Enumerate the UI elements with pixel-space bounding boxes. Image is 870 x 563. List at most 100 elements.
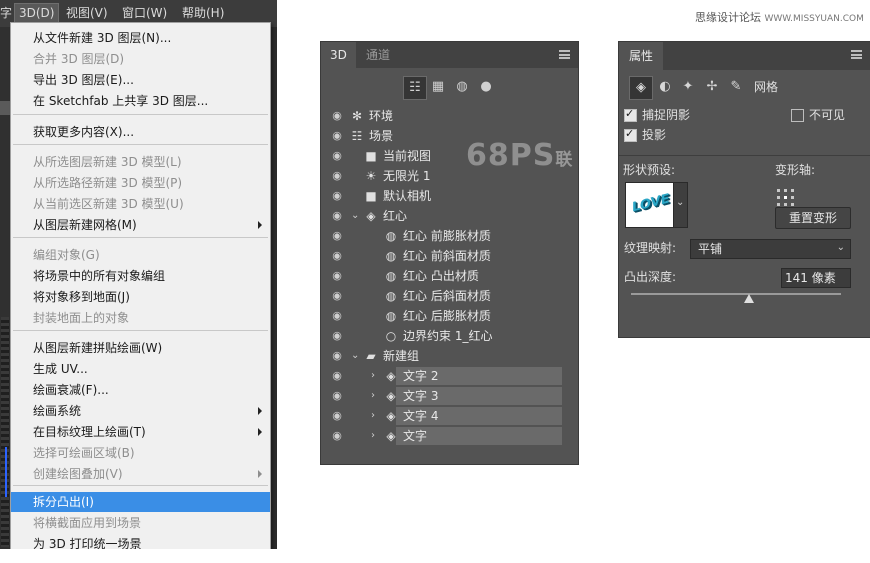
deform-axis-icon[interactable] <box>777 189 795 207</box>
menu-item[interactable]: 拆分凸出(I) <box>11 492 270 512</box>
cap-mode-icon[interactable]: ✦ <box>677 76 699 98</box>
tab-3d[interactable]: 3D <box>321 42 356 68</box>
light-icon: ☀ <box>365 169 377 183</box>
visibility-eye-icon[interactable]: ◉ <box>330 250 344 262</box>
scene-tree-row[interactable]: ◉ ○ 边界约束 1_红心 <box>321 326 578 346</box>
scene-tree-row-label: 红心 后膨胀材质 <box>403 309 491 323</box>
scene-tree-row[interactable]: ◉ ✻ 环境 <box>321 106 578 126</box>
mesh-filter-icon[interactable]: ▦ <box>427 76 449 98</box>
scene-tree-row-label: 文字 <box>403 429 428 443</box>
menu-item-label: 获取更多内容(X)... <box>33 125 135 139</box>
light-filter-icon[interactable]: ● <box>475 76 497 98</box>
menubar-item[interactable]: 帮助(H) <box>178 4 228 22</box>
site-watermark-text: 思缘设计论坛 <box>695 11 761 24</box>
visibility-eye-icon[interactable]: ◉ <box>330 110 344 122</box>
invisible-checkbox[interactable] <box>791 109 804 122</box>
brush-icon[interactable]: ✎ <box>725 76 747 98</box>
scene-tree-row[interactable]: ◉ › ◈ 文字 3 <box>321 386 578 406</box>
mesh-icon: ◈ <box>386 429 396 443</box>
menu-item[interactable]: 从文件新建 3D 图层(N)... <box>11 28 270 48</box>
visibility-eye-icon[interactable]: ◉ <box>330 270 344 282</box>
menu-item[interactable]: 将场景中的所有对象编组 <box>11 266 270 286</box>
menu-item-label: 从当前选区新建 3D 模型(U) <box>33 197 184 211</box>
menubar-item[interactable]: 3D(D) <box>14 3 60 23</box>
material-filter-icon[interactable]: ◍ <box>451 76 473 98</box>
menu-item[interactable]: 绘画衰减(F)... <box>11 380 270 400</box>
mesh-mode-icon[interactable]: ◈ <box>629 76 653 100</box>
menu-item[interactable]: 从所选路径新建 3D 模型(P) <box>11 173 270 193</box>
menu-item[interactable]: 绘画系统 <box>11 401 270 421</box>
extrusion-depth-slider-thumb[interactable] <box>743 294 754 303</box>
menu-item[interactable]: 从图层新建网格(M) <box>11 215 270 235</box>
panel-menu-icon[interactable] <box>559 50 570 59</box>
texture-mapping-select[interactable]: 平铺 ⌄ <box>690 239 851 259</box>
visibility-eye-icon[interactable]: ◉ <box>330 350 344 362</box>
visibility-eye-icon[interactable]: ◉ <box>330 370 344 382</box>
texture-mapping-value: 平铺 <box>698 242 723 256</box>
chevron-right-icon[interactable]: › <box>371 369 381 383</box>
visibility-eye-icon[interactable]: ◉ <box>330 190 344 202</box>
chevron-right-icon[interactable]: › <box>371 409 381 423</box>
visibility-eye-icon[interactable]: ◉ <box>330 150 344 162</box>
visibility-eye-icon[interactable]: ◉ <box>330 210 344 222</box>
scene-tree-row[interactable]: ◉ › ◈ 文字 <box>321 426 578 446</box>
menu-item[interactable]: 将对象移到地面(J) <box>11 287 270 307</box>
menu-item[interactable]: 编组对象(G) <box>11 245 270 265</box>
scene-tree-row[interactable]: ◉ › ◈ 文字 2 <box>321 366 578 386</box>
scene-tree-row[interactable]: ◉ ◍ 红心 前斜面材质 <box>321 246 578 266</box>
menu-item[interactable]: 从当前选区新建 3D 模型(U) <box>11 194 270 214</box>
visibility-eye-icon[interactable]: ◉ <box>330 410 344 422</box>
scene-tree-row[interactable]: ◉ ⌄ ◈ 红心 <box>321 206 578 226</box>
chevron-right-icon[interactable]: › <box>371 389 381 403</box>
visibility-eye-icon[interactable]: ◉ <box>330 390 344 402</box>
menu-item[interactable]: 获取更多内容(X)... <box>11 122 270 142</box>
menu-item[interactable]: 创建绘图叠加(V) <box>11 464 270 484</box>
panel-menu-icon[interactable] <box>851 50 862 59</box>
visibility-eye-icon[interactable]: ◉ <box>330 330 344 342</box>
visibility-eye-icon[interactable]: ◉ <box>330 230 344 242</box>
menu-item[interactable]: 为 3D 打印统一场景 <box>11 534 270 549</box>
deform-mode-icon[interactable]: ◐ <box>654 76 676 98</box>
menu-item[interactable]: 合并 3D 图层(D) <box>11 49 270 69</box>
menu-item[interactable]: 导出 3D 图层(E)... <box>11 70 270 90</box>
visibility-eye-icon[interactable]: ◉ <box>330 130 344 142</box>
extrusion-depth-slider[interactable] <box>631 293 841 295</box>
scene-tree-row[interactable]: ◉ ◍ 红心 后膨胀材质 <box>321 306 578 326</box>
scene-filter-icon[interactable]: ☷ <box>403 76 427 100</box>
menu-item[interactable]: 在目标纹理上绘画(T) <box>11 422 270 442</box>
chevron-down-icon[interactable]: ⌄ <box>351 349 361 363</box>
scene-tree-row[interactable]: ◉ ◍ 红心 前膨胀材质 <box>321 226 578 246</box>
scene-tree-row[interactable]: ◉ › ◈ 文字 4 <box>321 406 578 426</box>
menu-item[interactable]: 在 Sketchfab 上共享 3D 图层... <box>11 91 270 111</box>
menubar-item[interactable]: 窗口(W) <box>118 4 171 22</box>
menubar-item[interactable]: 视图(V) <box>62 4 112 22</box>
menu-item[interactable]: 生成 UV... <box>11 359 270 379</box>
menu-separator <box>13 485 268 486</box>
visibility-eye-icon[interactable]: ◉ <box>330 310 344 322</box>
visibility-eye-icon[interactable]: ◉ <box>330 430 344 442</box>
visibility-eye-icon[interactable]: ◉ <box>330 170 344 182</box>
scene-tree-row[interactable]: ◉ ⌄ ▰ 新建组 <box>321 346 578 366</box>
reset-deform-button[interactable]: 重置变形 <box>775 207 851 229</box>
chevron-down-icon[interactable]: ⌄ <box>351 209 361 223</box>
menu-item[interactable]: 从图层新建拼贴绘画(W) <box>11 338 270 358</box>
material-icon: ◍ <box>385 289 397 303</box>
scene-tree-row[interactable]: ◉ ◍ 红心 后斜面材质 <box>321 286 578 306</box>
tab-channels[interactable]: 通道 <box>357 42 399 68</box>
cast-shadow-checkbox[interactable] <box>624 127 637 142</box>
texture-mapping-label: 纹理映射: <box>624 241 677 255</box>
tab-properties[interactable]: 属性 <box>619 42 664 70</box>
scene-tree-row[interactable]: ◉ ◍ 红心 凸出材质 <box>321 266 578 286</box>
chevron-right-icon[interactable]: › <box>371 429 381 443</box>
visibility-eye-icon[interactable]: ◉ <box>330 290 344 302</box>
menu-item[interactable]: 从所选图层新建 3D 模型(L) <box>11 152 270 172</box>
coordinates-mode-icon[interactable]: ✢ <box>701 76 723 98</box>
catch-shadow-checkbox[interactable] <box>624 107 637 122</box>
menu-item[interactable]: 封装地面上的对象 <box>11 308 270 328</box>
menu-item[interactable]: 将横截面应用到场景 <box>11 513 270 533</box>
menu-item[interactable]: 选择可绘画区域(B) <box>11 443 270 463</box>
scene-tree-row[interactable]: ◉ ■ 默认相机 <box>321 186 578 206</box>
properties-panel: 属性 ◈ ◐ ✦ ✢ ✎ 网格 捕捉阴影 不可见 投影 形状预设: 变形轴: L… <box>618 41 870 338</box>
shape-preset-dropdown[interactable]: ⌄ <box>673 182 688 228</box>
extrusion-depth-input[interactable]: 141 像素 <box>781 268 851 288</box>
